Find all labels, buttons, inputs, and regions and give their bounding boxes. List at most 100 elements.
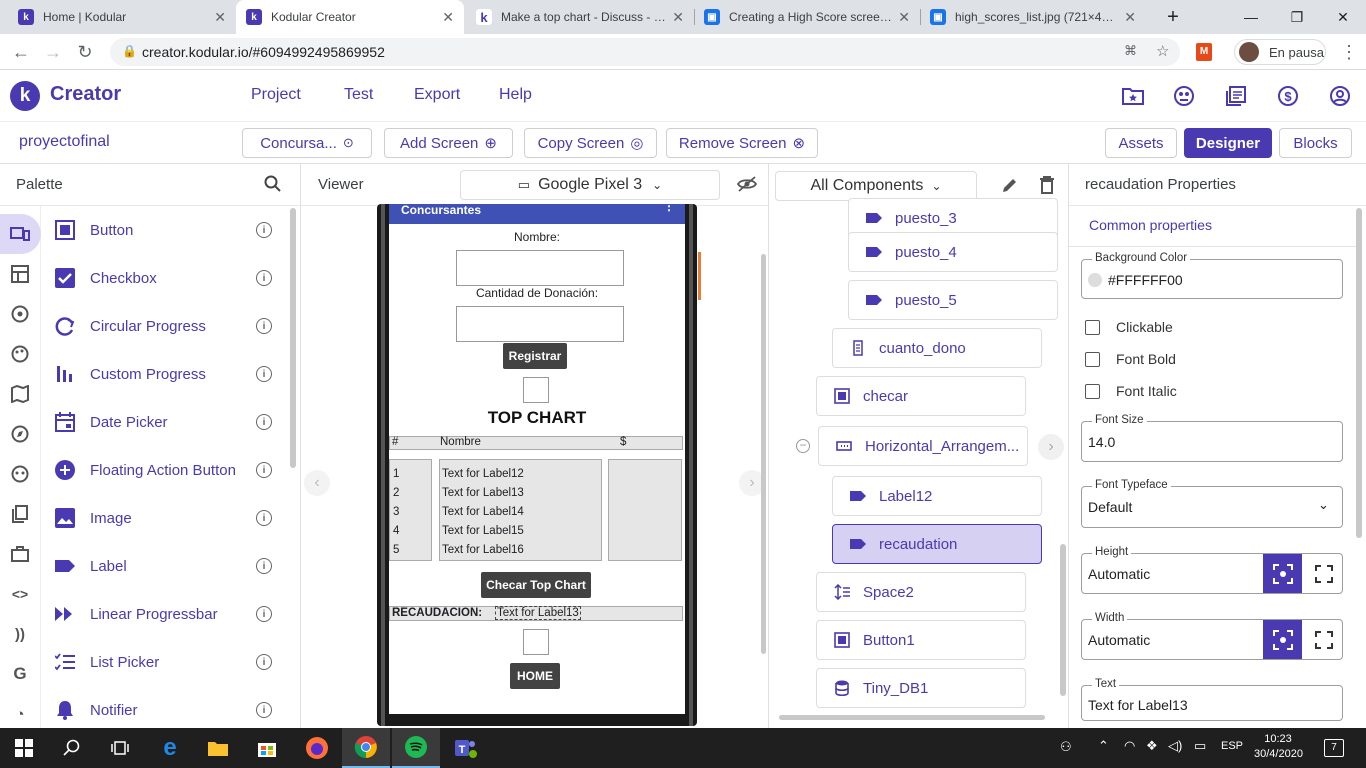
edge-icon[interactable]: e [146, 728, 194, 768]
storage-category-icon[interactable] [9, 503, 31, 525]
registrar-button[interactable]: Registrar [503, 343, 567, 369]
component-item[interactable]: puesto_5 [848, 280, 1058, 320]
browser-tab[interactable]: k Home | Kodular ✕ [8, 0, 236, 34]
language-indicator[interactable]: ESP [1221, 740, 1243, 752]
close-tab-icon[interactable]: ✕ [898, 9, 910, 26]
close-tab-icon[interactable]: ✕ [672, 9, 684, 26]
components-h-scrollbar[interactable] [779, 715, 1045, 720]
font-typeface-select[interactable]: Font Typeface Default ⌄ [1081, 479, 1343, 528]
minimize-icon[interactable]: — [1228, 0, 1274, 34]
palette-item-checkbox[interactable]: Checkbox i [42, 254, 290, 302]
screen-selector[interactable]: Concursa... ⊙ [242, 128, 372, 158]
collapse-icon[interactable]: − [796, 439, 810, 453]
component-item[interactable]: puesto_4 [848, 232, 1058, 272]
forward-icon[interactable]: → [40, 39, 66, 65]
sensors-category-icon[interactable] [9, 423, 31, 445]
layout-category-icon[interactable] [9, 263, 31, 285]
extension-icon[interactable]: M [1196, 43, 1212, 61]
palette-item-image[interactable]: Image i [42, 494, 290, 542]
viewer-scrollbar[interactable] [761, 254, 766, 654]
height-fill-parent-icon[interactable] [1304, 554, 1343, 593]
info-icon[interactable]: i [256, 654, 272, 670]
font-size-field[interactable]: Font Size 14.0 [1081, 414, 1343, 462]
maps-category-icon[interactable] [9, 383, 31, 405]
kebab-menu-icon[interactable]: ⋮ [1336, 39, 1362, 65]
palette-item-linear-progressbar[interactable]: Linear Progressbar i [42, 590, 290, 638]
file-explorer-icon[interactable] [194, 728, 242, 768]
menu-project[interactable]: Project [251, 86, 301, 104]
component-item[interactable]: Tiny_DB1 [816, 668, 1026, 708]
chrome-icon[interactable] [342, 728, 390, 768]
utilities-category-icon[interactable] [9, 543, 31, 565]
dollar-icon[interactable]: $ [1275, 83, 1301, 109]
width-field[interactable]: Width Automatic [1081, 612, 1343, 660]
clickable-checkbox[interactable] [1085, 320, 1100, 335]
reload-icon[interactable]: ↻ [72, 39, 98, 65]
close-tab-icon[interactable]: ✕ [214, 9, 226, 26]
text-field[interactable]: Text Text for Label13 [1081, 678, 1343, 721]
info-icon[interactable]: i [256, 510, 272, 526]
back-icon[interactable]: ← [8, 39, 34, 65]
component-filter-select[interactable]: All Components ⌄ [775, 171, 977, 201]
remove-screen-button[interactable]: Remove Screen ⊗ [666, 128, 818, 158]
palette-item-notifier[interactable]: Notifier i [42, 686, 290, 728]
assets-button[interactable]: Assets [1105, 128, 1177, 158]
browser-tab[interactable]: ▣ high_scores_list.jpg (721×470) ✕ [920, 0, 1146, 34]
info-icon[interactable]: i [256, 270, 272, 286]
components-scrollbar[interactable] [1060, 544, 1066, 696]
profile-button[interactable]: En pausa [1234, 39, 1326, 65]
height-field[interactable]: Height Automatic [1081, 546, 1343, 594]
google-category-icon[interactable]: G [9, 663, 31, 685]
info-icon[interactable]: i [256, 558, 272, 574]
browser-tab-active[interactable]: k Kodular Creator ✕ [236, 0, 464, 34]
nombre-textbox[interactable] [456, 250, 624, 286]
wifi-icon[interactable]: ◠ [1124, 738, 1135, 754]
palette-scrollbar[interactable] [290, 208, 296, 468]
component-item[interactable]: Space2 [816, 572, 1026, 612]
component-item[interactable]: cuanto_dono [832, 328, 1042, 368]
teams-icon[interactable]: T [441, 728, 489, 768]
kodular-logo-icon[interactable]: k [10, 81, 40, 111]
palette-item-button[interactable]: Button i [42, 206, 290, 254]
info-icon[interactable]: i [256, 702, 272, 718]
palette-item-circular-progress[interactable]: Circular Progress i [42, 302, 290, 350]
code-category-icon[interactable]: <> [9, 583, 31, 605]
properties-scrollbar[interactable] [1356, 208, 1362, 538]
checar-button[interactable]: Checar Top Chart [481, 572, 591, 598]
close-window-icon[interactable]: ✕ [1320, 0, 1366, 34]
palette-item-label[interactable]: Label i [42, 542, 290, 590]
account-icon[interactable] [1327, 83, 1353, 109]
height-automatic-icon[interactable] [1263, 554, 1302, 593]
projects-folder-icon[interactable] [1120, 83, 1146, 109]
my-components-icon[interactable] [1223, 83, 1249, 109]
prev-screen-icon[interactable]: ‹ [304, 470, 330, 496]
info-icon[interactable]: i [256, 606, 272, 622]
drawing-category-icon[interactable] [9, 343, 31, 365]
scroll-right-icon[interactable]: › [1038, 434, 1064, 460]
new-tab-icon[interactable]: + [1150, 0, 1196, 34]
delete-trash-icon[interactable] [1039, 176, 1055, 199]
restore-icon[interactable]: ❐ [1274, 0, 1320, 34]
browser-tab[interactable]: ▣ Creating a High Score screen w ✕ [694, 0, 920, 34]
notification-center-icon[interactable]: 7 [1324, 739, 1344, 757]
component-item[interactable]: checar [816, 376, 1026, 416]
copy-screen-button[interactable]: Copy Screen ◎ [524, 128, 657, 158]
common-properties-link[interactable]: Common properties [1089, 217, 1212, 233]
width-automatic-icon[interactable] [1263, 620, 1302, 659]
search-icon[interactable] [48, 728, 96, 768]
close-tab-icon[interactable]: ✕ [1124, 9, 1136, 26]
info-icon[interactable]: i [256, 318, 272, 334]
designer-button[interactable]: Designer [1184, 128, 1272, 158]
dropbox-icon[interactable]: ❖ [1146, 738, 1158, 754]
component-item[interactable]: Button1 [816, 620, 1026, 660]
media-category-icon[interactable] [9, 303, 31, 325]
component-item[interactable]: Horizontal_Arrangem... [818, 426, 1028, 466]
search-icon[interactable] [264, 175, 282, 197]
people-icon[interactable]: ⚇ [1060, 739, 1072, 755]
user-interface-category-icon[interactable] [9, 223, 31, 245]
palette-item-list-picker[interactable]: List Picker i [42, 638, 290, 686]
info-icon[interactable]: i [256, 414, 272, 430]
donacion-textbox[interactable] [456, 306, 624, 342]
task-view-icon[interactable] [96, 728, 144, 768]
component-item[interactable]: Label12 [832, 476, 1042, 516]
